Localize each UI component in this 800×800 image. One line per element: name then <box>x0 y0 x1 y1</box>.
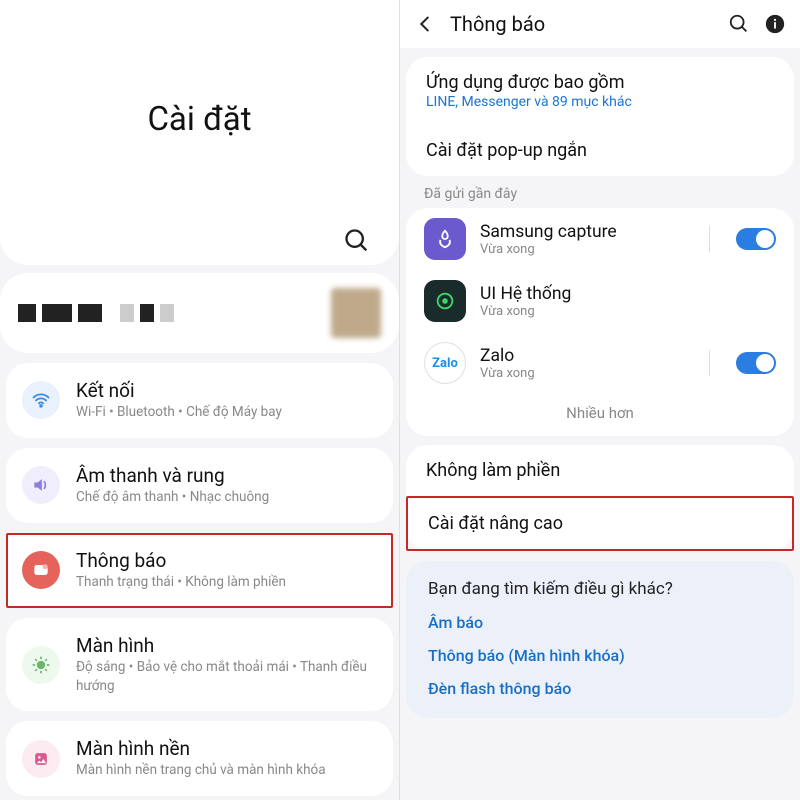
advanced-section: Không làm phiền Cài đặt nâng cao <box>406 445 794 551</box>
row-title: Ứng dụng được bao gồm <box>426 72 774 93</box>
settings-item-wallpaper[interactable]: Màn hình nền Màn hình nền trang chủ và m… <box>6 721 393 796</box>
row-title: Cài đặt nâng cao <box>428 513 563 534</box>
notification-icon <box>22 551 60 589</box>
settings-main-pane: Cài đặt Kết nối Wi-Fi • Bluetooth • Chế … <box>0 0 400 800</box>
settings-item-display[interactable]: Màn hình Độ sáng • Bảo vệ cho mắt thoải … <box>6 618 393 712</box>
settings-item-connections[interactable]: Kết nối Wi-Fi • Bluetooth • Chế độ Máy b… <box>6 363 393 438</box>
footer-link[interactable]: Đèn flash thông báo <box>428 679 772 698</box>
notifications-settings-pane: Thông báo Ứng dụng được bao gồm LINE, Me… <box>400 0 800 800</box>
item-title: Màn hình nền <box>76 737 377 760</box>
row-title: Cài đặt pop-up ngắn <box>426 140 774 161</box>
app-icon <box>424 218 466 260</box>
app-sub: Vừa xong <box>480 366 695 381</box>
header: Thông báo <box>400 0 800 48</box>
item-sub: Màn hình nền trang chủ và màn hình khóa <box>76 761 377 780</box>
row-sub: LINE, Messenger và 89 mục khác <box>426 94 774 110</box>
page-title: Cài đặt <box>0 100 399 139</box>
looking-for-card: Bạn đang tìm kiếm điều gì khác? Âm báo T… <box>406 561 794 718</box>
row-title: Không làm phiền <box>426 460 560 481</box>
app-name: Zalo <box>480 346 695 366</box>
divider <box>709 226 710 252</box>
app-icon: Zalo <box>424 342 466 384</box>
search-icon[interactable] <box>343 227 371 255</box>
item-title: Màn hình <box>76 634 377 657</box>
item-title: Âm thanh và rung <box>76 464 377 487</box>
search-icon[interactable] <box>728 13 750 35</box>
item-sub: Wi-Fi • Bluetooth • Chế độ Máy bay <box>76 403 377 422</box>
recent-label: Đã gửi gần đây <box>400 176 800 206</box>
included-apps-row[interactable]: Ứng dụng được bao gồm LINE, Messenger và… <box>406 57 794 125</box>
recent-apps-section: Samsung capture Vừa xong UI Hệ thống Vừa… <box>406 208 794 436</box>
footer-link[interactable]: Âm báo <box>428 613 772 632</box>
app-sub: Vừa xong <box>480 242 695 257</box>
dnd-row[interactable]: Không làm phiền <box>406 445 794 496</box>
item-title: Thông báo <box>76 549 377 572</box>
toggle-on[interactable] <box>736 228 776 250</box>
advanced-settings-row[interactable]: Cài đặt nâng cao <box>406 496 794 551</box>
item-title: Kết nối <box>76 379 377 402</box>
settings-item-sound[interactable]: Âm thanh và rung Chế độ âm thanh • Nhạc … <box>6 448 393 523</box>
app-icon <box>424 280 466 322</box>
app-name: Samsung capture <box>480 222 695 242</box>
account-row-blurred[interactable] <box>0 273 399 353</box>
app-icon-label: Zalo <box>432 356 458 371</box>
avatar <box>331 288 381 338</box>
included-apps-section: Ứng dụng được bao gồm LINE, Messenger và… <box>406 57 794 176</box>
settings-list: Kết nối Wi-Fi • Bluetooth • Chế độ Máy b… <box>0 353 399 800</box>
more-button[interactable]: Nhiều hơn <box>406 394 794 436</box>
app-row-zalo[interactable]: Zalo Zalo Vừa xong <box>406 332 794 394</box>
app-row-system-ui[interactable]: UI Hệ thống Vừa xong <box>406 270 794 332</box>
footer-link[interactable]: Thông báo (Màn hình khóa) <box>428 646 772 665</box>
item-sub: Thanh trạng thái • Không làm phiền <box>76 573 377 592</box>
wallpaper-icon <box>22 740 60 778</box>
toggle-on[interactable] <box>736 352 776 374</box>
back-icon[interactable] <box>414 13 436 35</box>
app-name: UI Hệ thống <box>480 284 776 304</box>
info-icon[interactable] <box>764 13 786 35</box>
sound-icon <box>22 466 60 504</box>
item-sub: Độ sáng • Bảo vệ cho mắt thoải mái • Tha… <box>76 658 377 696</box>
header-title: Thông báo <box>450 12 714 36</box>
hero: Cài đặt <box>0 0 399 265</box>
brief-popup-row[interactable]: Cài đặt pop-up ngắn <box>406 125 794 176</box>
settings-item-notifications[interactable]: Thông báo Thanh trạng thái • Không làm p… <box>6 533 393 608</box>
app-row-samsung-capture[interactable]: Samsung capture Vừa xong <box>406 208 794 270</box>
footer-title: Bạn đang tìm kiếm điều gì khác? <box>428 579 772 599</box>
app-sub: Vừa xong <box>480 304 776 319</box>
display-icon <box>22 646 60 684</box>
divider <box>709 350 710 376</box>
wifi-icon <box>22 381 60 419</box>
item-sub: Chế độ âm thanh • Nhạc chuông <box>76 488 377 507</box>
